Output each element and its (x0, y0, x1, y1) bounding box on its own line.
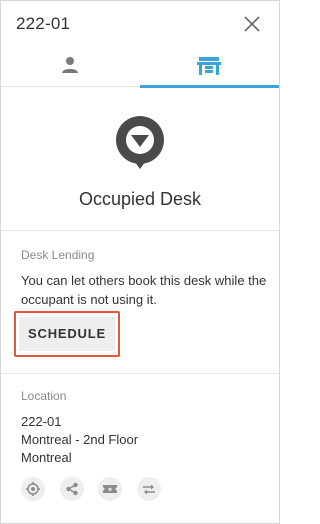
status-title: Occupied Desk (78, 189, 202, 209)
locate-icon (26, 482, 40, 496)
desk-lending-label: Desk Lending (21, 248, 95, 262)
panel-title: 222-01 (16, 14, 71, 33)
swap-button[interactable] (137, 477, 161, 501)
desk-icon (197, 57, 221, 75)
divider (1, 230, 279, 231)
ticket-icon (103, 485, 117, 493)
location-building: Montreal (21, 450, 72, 465)
desk-details-panel: 222-01 Occupied Desk Desk Lending You ca… (0, 0, 280, 524)
occupied-pin-icon (114, 114, 166, 170)
swap-icon (143, 484, 155, 495)
ticket-button[interactable] (98, 477, 122, 501)
person-icon (62, 57, 78, 73)
divider (1, 373, 279, 374)
desk-lending-description: You can let others book this desk while … (21, 273, 267, 307)
tab-desk[interactable] (140, 47, 279, 88)
close-icon[interactable] (242, 14, 262, 34)
location-label: Location (21, 389, 67, 403)
location-desk: 222-01 (21, 414, 62, 429)
schedule-button[interactable]: SCHEDULE (19, 317, 115, 351)
tab-person[interactable] (1, 47, 140, 86)
share-icon (66, 482, 78, 496)
share-button[interactable] (60, 477, 84, 501)
panel-tabs (1, 47, 279, 88)
location-actions (21, 477, 221, 501)
locate-button[interactable] (21, 477, 45, 501)
panel-header: 222-01 (1, 1, 279, 47)
location-floor: Montreal - 2nd Floor (21, 432, 139, 447)
